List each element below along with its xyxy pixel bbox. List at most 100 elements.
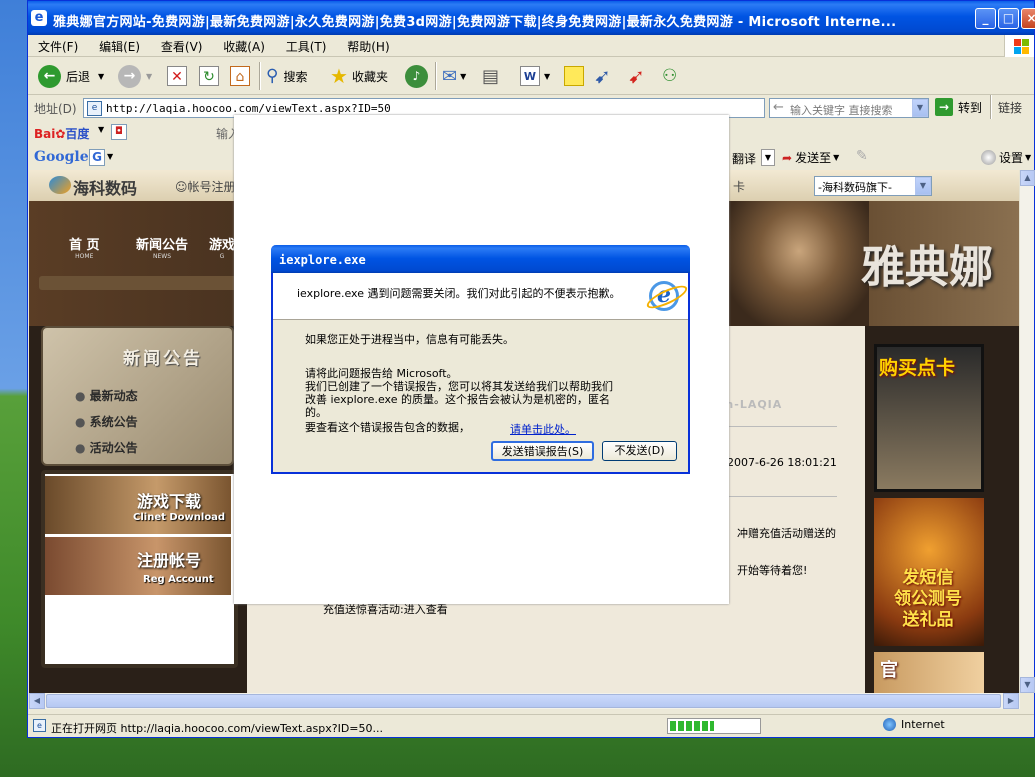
page-loading-icon: e	[33, 719, 46, 732]
go-label: 转到	[958, 100, 983, 115]
game-logo: 雅典娜	[861, 242, 993, 293]
news-item[interactable]: ● 活动公告	[75, 435, 138, 461]
card-link[interactable]: 卡	[733, 178, 745, 195]
forward-button[interactable]: → ▼	[118, 63, 152, 89]
address-label: 地址(D)	[34, 102, 77, 116]
settings-icon	[981, 150, 996, 165]
buy-card-ad[interactable]: 购买点卡	[874, 344, 984, 492]
forward-arrow-icon: →	[118, 64, 141, 88]
baidu-search-icon[interactable]: ◘	[111, 124, 127, 140]
bullet-icon: ●	[75, 389, 86, 403]
paw-icon: ✿	[55, 127, 66, 141]
scroll-right-icon[interactable]: ▶	[1003, 693, 1019, 709]
news-item[interactable]: ● 最新动态	[75, 383, 138, 409]
site-select[interactable]: -海科数码旗下- ▼	[814, 176, 932, 196]
stop-button[interactable]: ✕	[167, 63, 187, 89]
menu-view[interactable]: 查看(V)	[151, 35, 210, 55]
news-panel: 新闻公告 ● 最新动态 ● 系统公告 ● 活动公告	[41, 326, 234, 466]
msn-button[interactable]: ⚇	[662, 63, 677, 89]
address-dropdown-button[interactable]: ▼	[912, 99, 928, 117]
edit-button[interactable]: W ▼	[520, 63, 550, 89]
sendto-button[interactable]: ➦ 发送至 ▼	[782, 149, 839, 166]
bird-red-icon: ➹	[628, 64, 645, 88]
print-button[interactable]: ▤	[482, 63, 499, 89]
register-banner[interactable]: 注册帐号 Reg Account	[45, 537, 231, 595]
chevron-down-icon[interactable]: ▼	[107, 152, 113, 161]
messenger-red-button[interactable]: ➹	[628, 63, 645, 89]
search-icon: ⚲	[266, 66, 279, 86]
nav-news[interactable]: 新闻公告 NEWS	[136, 234, 188, 260]
dont-send-button[interactable]: 不发送(D)	[602, 441, 677, 461]
baidu-logo[interactable]: Bai✿百度	[34, 125, 89, 142]
title-bar[interactable]: e 雅典娜官方网站-免费网游|最新免费网游|永久免费网游|免费3d网游|免费网游…	[28, 1, 1035, 35]
google-logo[interactable]: Google	[34, 149, 89, 165]
ie-icon: e	[31, 10, 47, 26]
brand-name[interactable]: 海科数码	[73, 175, 137, 199]
bird-blue-icon: ➹	[594, 64, 611, 88]
dialog-header: iexplore.exe 遇到问题需要关闭。我们对此引起的不便表示抱歉。 e	[273, 273, 688, 320]
keyword-search-input[interactable]: ← 输入关键字 直接搜索	[769, 98, 929, 118]
menu-favorites[interactable]: 收藏(A)	[213, 35, 272, 55]
loading-progress	[667, 718, 761, 734]
keyword-placeholder: 输入关键字 直接搜索	[790, 104, 893, 117]
refresh-button[interactable]: ↻	[199, 63, 219, 89]
search-button[interactable]: ⚲ 搜索	[266, 63, 307, 89]
star-icon: ★	[330, 64, 348, 88]
globe-icon	[883, 718, 896, 731]
translate-button[interactable]: 翻译	[732, 150, 756, 167]
nav-underbar	[39, 276, 249, 290]
back-button[interactable]: ← 后退 ▼	[38, 63, 104, 89]
site-select-value: -海科数码旗下-	[818, 181, 892, 194]
links-button[interactable]: 链接	[998, 99, 1022, 116]
scroll-up-icon[interactable]: ▲	[1020, 170, 1035, 186]
nav-game[interactable]: 游戏 G	[209, 234, 235, 260]
download-banner[interactable]: 游戏下载 Clinet Download	[45, 476, 231, 534]
close-button[interactable]: ×	[1021, 8, 1035, 29]
status-bar: e 正在打开网页 http://laqia.hoocoo.com/viewTex…	[28, 714, 1034, 737]
news-item[interactable]: ● 系统公告	[75, 409, 138, 435]
dialog-title-bar[interactable]: iexplore.exe	[271, 245, 690, 273]
quick-links: 游戏下载 Clinet Download 注册帐号 Reg Account	[41, 470, 238, 668]
ie-logo-icon: e	[649, 281, 679, 311]
menu-edit[interactable]: 编辑(E)	[89, 35, 147, 55]
minimize-button[interactable]: _	[975, 8, 996, 29]
go-button[interactable]: → 转到	[935, 98, 982, 116]
menu-help[interactable]: 帮助(H)	[337, 35, 396, 55]
home-button[interactable]: ⌂	[230, 63, 250, 89]
news-panel-title: 新闻公告	[123, 349, 203, 369]
favorites-button[interactable]: ★ 收藏夹	[330, 63, 388, 89]
vertical-scrollbar[interactable]: ▲ ▼	[1019, 170, 1035, 693]
nav-home[interactable]: 首 页 HOME	[69, 234, 100, 260]
translate-dropdown[interactable]: ▼	[761, 149, 775, 166]
chevron-down-icon[interactable]: ▼	[98, 125, 104, 134]
pencil-icon[interactable]: ✎	[856, 148, 868, 164]
back-label: 后退	[66, 69, 91, 84]
printer-icon: ▤	[482, 65, 500, 87]
scroll-down-icon[interactable]: ▼	[1020, 677, 1035, 693]
bullet-icon: ●	[75, 415, 86, 429]
send-report-button[interactable]: 发送错误报告(S)	[491, 441, 594, 461]
scroll-left-icon[interactable]: ◀	[29, 693, 45, 709]
maximize-button[interactable]: □	[998, 8, 1019, 29]
mail-button[interactable]: ✉ ▼	[442, 63, 466, 89]
google-g-icon[interactable]: G	[89, 149, 105, 166]
bottom-ad[interactable]: 官	[874, 652, 984, 693]
settings-button[interactable]: 设置 ▼	[981, 149, 1031, 166]
click-here-link[interactable]: 请单击此处。	[510, 421, 576, 437]
bullet-icon: ●	[75, 441, 86, 455]
sms-ad[interactable]: 发短信 领公测号 送礼品	[874, 498, 984, 646]
menu-file[interactable]: 文件(F)	[28, 35, 85, 55]
user-icon: ☺	[175, 180, 188, 194]
horizontal-scrollbar[interactable]: ◀ ▶	[29, 693, 1020, 709]
messenger-button[interactable]: ➹	[594, 63, 611, 89]
chevron-down-icon: ▼	[146, 71, 153, 81]
horizontal-scroll-thumb[interactable]	[46, 694, 1001, 708]
chevron-down-icon: ▼	[1025, 153, 1032, 162]
media-button[interactable]: ♪	[405, 63, 428, 89]
menu-tools[interactable]: 工具(T)	[276, 35, 334, 55]
account-link[interactable]: ☺帐号注册	[175, 178, 236, 195]
stop-icon: ✕	[167, 66, 187, 86]
news-list: ● 最新动态 ● 系统公告 ● 活动公告	[75, 383, 138, 461]
note-button[interactable]	[564, 63, 584, 89]
note-icon	[564, 66, 584, 86]
